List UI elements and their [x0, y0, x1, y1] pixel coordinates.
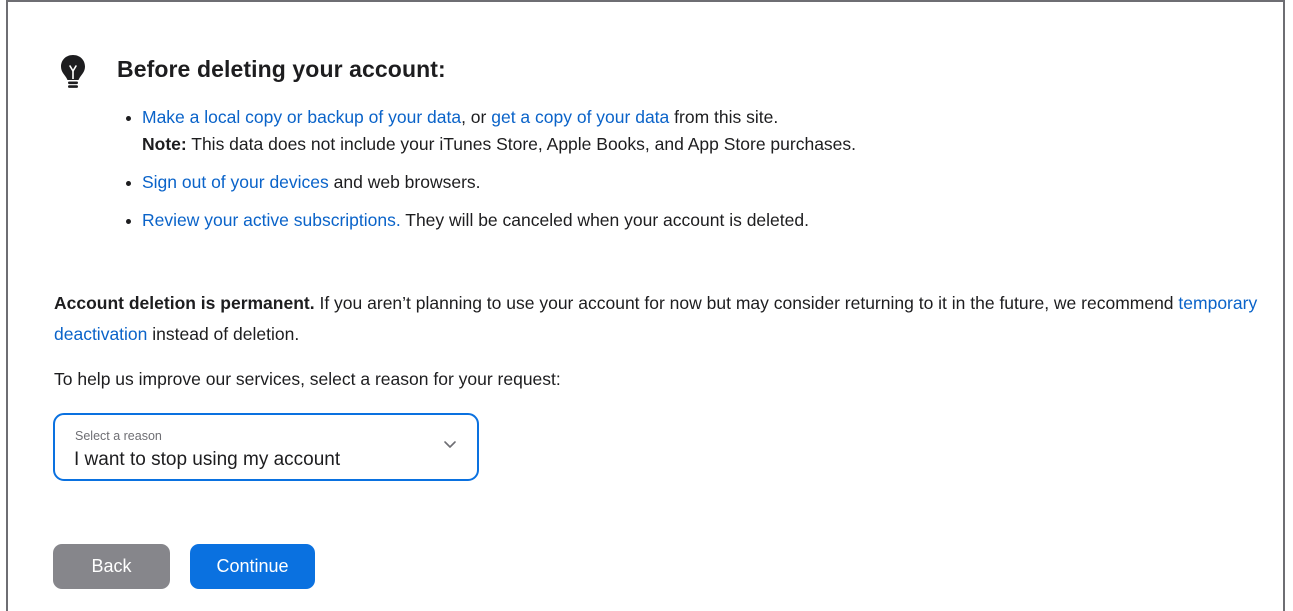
permanent-deletion-notice: Account deletion is permanent. If you ar… [54, 288, 1279, 350]
chevron-down-icon [444, 441, 456, 448]
note-line: Note: This data does not include your iT… [142, 131, 856, 158]
list-item: Make a local copy or backup of your data… [126, 104, 856, 158]
reason-prompt: To help us improve our services, select … [54, 369, 561, 389]
tip-text: They will be canceled when your account … [400, 210, 809, 230]
note-label: Note: [142, 134, 187, 154]
back-button[interactable]: Back [53, 544, 170, 589]
tips-list: Make a local copy or backup of your data… [126, 104, 856, 245]
list-item: Review your active subscriptions. They w… [126, 207, 856, 234]
note-text: This data does not include your iTunes S… [186, 134, 857, 154]
list-item: Sign out of your devices and web browser… [126, 169, 856, 196]
bullet-dot [126, 181, 131, 186]
tip-text: and web browsers. [328, 172, 481, 192]
reason-select[interactable]: Select a reason I want to stop using my … [53, 413, 479, 481]
bullet-dot [126, 219, 131, 224]
permanent-label: Account deletion is permanent. [54, 293, 315, 313]
permanent-text: If you aren’t planning to use your accou… [314, 293, 1179, 313]
tip-text: , or [461, 107, 492, 127]
lightbulb-icon [61, 55, 85, 88]
review-subscriptions-link[interactable]: Review your active subscriptions. [142, 210, 401, 230]
permanent-tail: instead of deletion. [147, 324, 300, 344]
backup-data-link[interactable]: Make a local copy or backup of your data [142, 107, 461, 127]
sign-out-devices-link[interactable]: Sign out of your devices [142, 172, 329, 192]
section-heading: Before deleting your account: [117, 56, 446, 82]
reason-select-value: I want to stop using my account [74, 449, 341, 470]
reason-select-label: Select a reason [75, 429, 162, 443]
continue-button[interactable]: Continue [190, 544, 315, 589]
tip-text: from this site. [669, 107, 779, 127]
bullet-dot [126, 116, 131, 121]
get-copy-of-data-link[interactable]: get a copy of your data [491, 107, 669, 127]
